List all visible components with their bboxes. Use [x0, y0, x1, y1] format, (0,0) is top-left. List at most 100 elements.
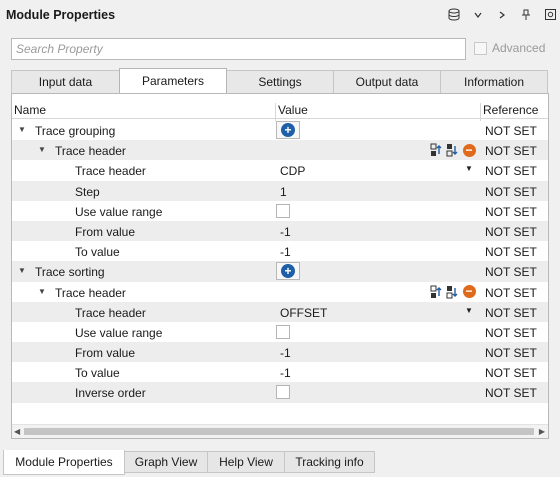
group-row-trace-grouping[interactable]: ▼ Trace grouping + NOT SET [12, 120, 548, 140]
grid-header: Name Value Reference [12, 101, 548, 121]
trace-header-select[interactable]: OFFSET [280, 306, 327, 320]
tab-settings[interactable]: Settings [226, 70, 334, 93]
property-name: Trace grouping [35, 124, 116, 138]
column-reference-header[interactable]: Reference [483, 103, 538, 117]
property-row[interactable]: Use value range NOT SET [12, 322, 548, 342]
property-row[interactable]: Step 1 NOT SET [12, 180, 548, 201]
expand-arrow-icon[interactable]: ▼ [18, 266, 26, 275]
property-tabs: Input data Parameters Settings Output da… [11, 68, 549, 93]
move-down-icon[interactable] [446, 143, 460, 157]
group-row-trace-sorting[interactable]: ▼ Trace sorting + NOT SET [12, 261, 548, 282]
property-row[interactable]: To value -1 NOT SET [12, 362, 548, 382]
reference-value: NOT SET [485, 224, 537, 239]
property-name: From value [75, 224, 136, 239]
property-row[interactable]: Inverse order NOT SET [12, 382, 548, 403]
scrollbar-thumb[interactable] [24, 428, 534, 435]
add-item-button[interactable]: + [276, 121, 300, 139]
reference-value: NOT SET [485, 124, 537, 138]
tab-graph-view[interactable]: Graph View [124, 451, 208, 473]
property-name: Use value range [75, 325, 163, 340]
column-separator[interactable] [275, 103, 276, 121]
move-down-icon[interactable] [446, 285, 460, 299]
search-input[interactable] [12, 39, 465, 59]
to-value[interactable]: -1 [280, 366, 291, 380]
subgroup-row-trace-header[interactable]: ▼ Trace header − NOT SET [12, 140, 548, 161]
advanced-checkbox[interactable] [474, 41, 487, 55]
column-name-header[interactable]: Name [14, 103, 46, 117]
advanced-toggle[interactable]: Advanced [474, 41, 545, 55]
property-name: Use value range [75, 204, 163, 219]
remove-icon[interactable]: − [462, 143, 476, 157]
remove-icon[interactable]: − [462, 285, 476, 299]
row-actions: − [430, 143, 476, 157]
property-name: To value [75, 366, 120, 381]
grid-rows: ▼ Trace grouping + NOT SET ▼ Trace heade… [12, 120, 548, 403]
chevron-right-icon[interactable] [496, 10, 508, 23]
expand-arrow-icon[interactable]: ▼ [18, 125, 26, 134]
reference-value: NOT SET [485, 285, 537, 300]
property-name: Trace sorting [35, 265, 105, 280]
subgroup-row-trace-header[interactable]: ▼ Trace header − NOT SET [12, 282, 548, 302]
tab-tracking-info[interactable]: Tracking info [284, 451, 375, 473]
property-name: Step [75, 184, 100, 199]
inverse-order-checkbox[interactable] [276, 385, 290, 400]
reference-value: NOT SET [485, 305, 537, 320]
pin-icon[interactable] [520, 9, 532, 24]
advanced-label: Advanced [492, 41, 546, 55]
property-name: To value [75, 245, 120, 260]
from-value[interactable]: -1 [280, 225, 291, 239]
scroll-right-icon[interactable]: ▶ [539, 427, 545, 436]
step-value[interactable]: 1 [280, 185, 287, 199]
reference-value: NOT SET [485, 325, 537, 340]
database-icon[interactable] [448, 8, 460, 24]
property-row[interactable]: Trace header CDP ▼ NOT SET [12, 160, 548, 180]
reference-value: NOT SET [485, 204, 537, 219]
use-value-range-checkbox[interactable] [276, 324, 290, 339]
trace-header-select[interactable]: CDP [280, 164, 305, 178]
reference-value: NOT SET [485, 265, 537, 280]
property-row[interactable]: Trace header OFFSET ▼ NOT SET [12, 301, 548, 322]
dropdown-arrow-icon[interactable]: ▼ [465, 306, 473, 315]
move-up-icon[interactable] [430, 285, 444, 299]
plus-icon: + [281, 264, 295, 279]
plus-icon: + [281, 123, 295, 137]
tab-module-properties[interactable]: Module Properties [3, 450, 125, 475]
property-row[interactable]: From value -1 NOT SET [12, 342, 548, 363]
tab-help-view[interactable]: Help View [207, 451, 285, 473]
title-bar-icons [448, 8, 556, 24]
tab-input-data[interactable]: Input data [11, 70, 120, 93]
scroll-left-icon[interactable]: ◀ [14, 427, 20, 436]
reference-value: NOT SET [485, 144, 537, 159]
column-value-header[interactable]: Value [278, 103, 308, 117]
use-value-range-checkbox[interactable] [276, 203, 290, 218]
from-value[interactable]: -1 [280, 346, 291, 360]
search-box[interactable] [11, 38, 466, 60]
property-name: Trace header [75, 164, 146, 179]
reference-value: NOT SET [485, 164, 537, 179]
property-name: Trace header [75, 305, 146, 320]
move-up-icon[interactable] [430, 143, 444, 157]
expand-arrow-icon[interactable]: ▼ [38, 287, 46, 296]
title-bar: Module Properties [0, 0, 560, 32]
expand-arrow-icon[interactable]: ▼ [38, 145, 46, 154]
to-value[interactable]: -1 [280, 245, 291, 259]
property-grid: Name Value Reference ▼ Trace grouping + … [11, 93, 549, 439]
property-row[interactable]: To value -1 NOT SET [12, 241, 548, 261]
property-row[interactable]: Use value range NOT SET [12, 201, 548, 221]
property-row[interactable]: From value -1 NOT SET [12, 220, 548, 242]
tab-output-data[interactable]: Output data [333, 70, 441, 93]
chevron-down-icon[interactable] [472, 10, 484, 23]
add-item-button[interactable]: + [276, 262, 300, 281]
horizontal-scrollbar[interactable]: ◀ ▶ [12, 424, 548, 438]
reference-value: NOT SET [485, 184, 537, 199]
reference-value: NOT SET [485, 366, 537, 381]
reference-value: NOT SET [485, 245, 537, 260]
close-icon[interactable] [544, 9, 556, 23]
column-separator[interactable] [480, 103, 481, 121]
property-name: Trace header [55, 285, 126, 300]
tab-parameters[interactable]: Parameters [119, 68, 227, 93]
tab-information[interactable]: Information [440, 70, 548, 93]
row-actions: − [430, 285, 476, 299]
dropdown-arrow-icon[interactable]: ▼ [465, 164, 473, 173]
window-title: Module Properties [6, 8, 116, 22]
